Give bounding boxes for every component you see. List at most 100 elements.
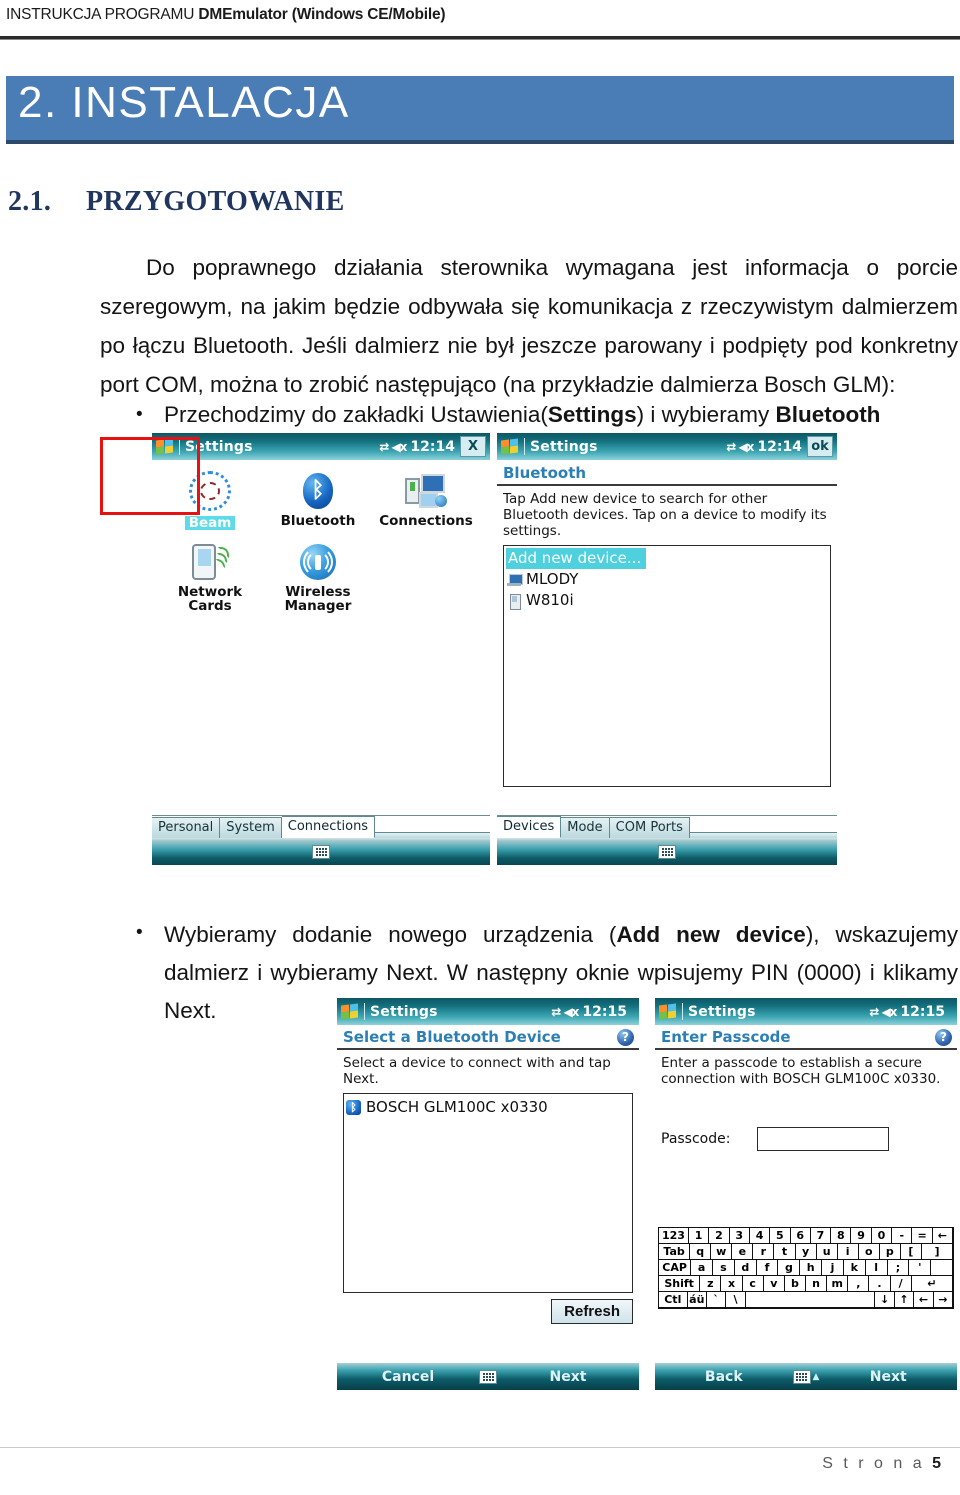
key-blank[interactable] (930, 1259, 953, 1276)
key-8[interactable]: 8 (830, 1227, 852, 1244)
keyboard-icon[interactable] (792, 1369, 811, 1384)
key-3[interactable]: 3 (728, 1227, 750, 1244)
key-6[interactable]: 6 (789, 1227, 811, 1244)
settings-item-beam[interactable]: Beam (156, 466, 264, 531)
key-backtick[interactable]: ` (705, 1291, 727, 1308)
key-y[interactable]: y (794, 1243, 817, 1260)
key-v[interactable]: v (762, 1275, 785, 1292)
key-m[interactable]: m (826, 1275, 849, 1292)
connectivity-icon[interactable]: ⇄ ◀x (379, 440, 407, 454)
settings-item-connections[interactable]: Connections (372, 466, 480, 531)
key-p[interactable]: p (878, 1243, 901, 1260)
key-7[interactable]: 7 (809, 1227, 832, 1244)
ok-button[interactable]: ok (807, 436, 833, 457)
key-o[interactable]: o (857, 1243, 880, 1260)
key-q[interactable]: q (689, 1243, 712, 1260)
connectivity-icon[interactable]: ⇄ ◀x (869, 1005, 897, 1019)
clock-label[interactable]: 12:14 (757, 439, 802, 455)
close-icon[interactable]: X (460, 436, 486, 457)
key-h[interactable]: h (799, 1259, 823, 1276)
device-listbox[interactable]: ᛒ BOSCH GLM100C x0330 (343, 1093, 633, 1293)
arrow-left-icon[interactable]: ← (913, 1291, 934, 1308)
help-icon[interactable]: ? (617, 1028, 634, 1046)
tab-mode[interactable]: Mode (561, 817, 610, 838)
next-button[interactable]: Next (819, 1369, 957, 1385)
key-5[interactable]: 5 (769, 1227, 791, 1244)
key-d[interactable]: d (733, 1259, 757, 1276)
key-backslash[interactable]: \ (725, 1291, 746, 1308)
tab-connections[interactable]: Connections (281, 816, 376, 838)
passcode-input[interactable] (757, 1127, 889, 1151)
key-slash[interactable]: / (889, 1275, 912, 1292)
tab-devices[interactable]: Devices (497, 816, 562, 838)
next-button[interactable]: Next (497, 1369, 639, 1385)
arrow-right-icon[interactable]: → (932, 1291, 954, 1308)
key-g[interactable]: g (777, 1259, 801, 1276)
help-icon[interactable]: ? (935, 1028, 952, 1046)
settings-item-wireless-manager[interactable]: Wireless Manager (264, 537, 372, 613)
key-j[interactable]: j (821, 1259, 844, 1276)
back-button[interactable]: Back (655, 1369, 793, 1385)
key-s[interactable]: s (712, 1259, 735, 1276)
list-item[interactable]: ᛒ BOSCH GLM100C x0330 (344, 1094, 632, 1121)
refresh-button[interactable]: Refresh (551, 1299, 633, 1324)
list-item[interactable]: W810i (504, 590, 830, 611)
key-4[interactable]: 4 (748, 1227, 771, 1244)
key-f[interactable]: f (755, 1259, 779, 1276)
arrow-down-icon[interactable]: ↓ (874, 1291, 895, 1308)
key-2[interactable]: 2 (708, 1227, 730, 1244)
keyboard-icon[interactable] (312, 844, 330, 859)
key-equals[interactable]: = (911, 1227, 933, 1244)
key-space[interactable] (744, 1291, 876, 1308)
settings-item-bluetooth[interactable]: ᛒ Bluetooth (264, 466, 372, 531)
device-listbox[interactable]: Add new device... MLODY W810i (503, 545, 831, 787)
key-c[interactable]: c (741, 1275, 764, 1292)
key-n[interactable]: n (804, 1275, 828, 1292)
key-a[interactable]: a (690, 1259, 714, 1276)
cancel-button[interactable]: Cancel (337, 1369, 479, 1385)
key-w[interactable]: w (710, 1243, 733, 1260)
key-comma[interactable]: , (847, 1275, 870, 1292)
clock-label[interactable]: 12:15 (582, 1004, 627, 1020)
tab-personal[interactable]: Personal (152, 817, 221, 838)
backspace-icon[interactable]: ← (931, 1227, 954, 1244)
list-item-add-new-device[interactable]: Add new device... (506, 548, 647, 569)
key-semicolon[interactable]: ; (886, 1259, 910, 1276)
tab-system[interactable]: System (220, 817, 282, 838)
keyboard-icon[interactable] (658, 844, 676, 859)
key-ctl[interactable]: Ctl (658, 1291, 688, 1308)
key-i[interactable]: i (836, 1243, 859, 1260)
key-9[interactable]: 9 (850, 1227, 872, 1244)
key-u[interactable]: u (815, 1243, 838, 1260)
key-x[interactable]: x (720, 1275, 743, 1292)
key-0[interactable]: 0 (870, 1227, 893, 1244)
key-accents[interactable]: áü (686, 1291, 707, 1308)
arrow-up-icon[interactable]: ↑ (893, 1291, 915, 1308)
key-apostrophe[interactable]: ' (908, 1259, 932, 1276)
on-screen-keyboard[interactable]: 123 1 2 3 4 5 6 7 8 9 0 - = ← Tab q w e … (658, 1227, 954, 1309)
connectivity-icon[interactable]: ⇄ ◀x (551, 1005, 579, 1019)
key-bracket-right[interactable]: ] (920, 1243, 954, 1260)
enter-icon[interactable]: ↵ (910, 1275, 953, 1292)
list-item[interactable]: MLODY (504, 569, 830, 590)
key-z[interactable]: z (699, 1275, 722, 1292)
sip-chevron-up-icon[interactable]: ▲ (813, 1372, 820, 1382)
settings-item-network-cards[interactable]: Network Cards (156, 537, 264, 613)
key-minus[interactable]: - (891, 1227, 913, 1244)
key-1[interactable]: 1 (687, 1227, 710, 1244)
clock-label[interactable]: 12:14 (410, 439, 455, 455)
tab-com-ports[interactable]: COM Ports (609, 817, 690, 838)
key-k[interactable]: k (842, 1259, 866, 1276)
key-cap[interactable]: CAP (658, 1259, 692, 1276)
keyboard-icon[interactable] (479, 1369, 497, 1384)
key-123[interactable]: 123 (658, 1227, 689, 1244)
clock-label[interactable]: 12:15 (900, 1004, 945, 1020)
key-b[interactable]: b (783, 1275, 806, 1292)
key-tab[interactable]: Tab (658, 1243, 691, 1260)
key-period[interactable]: . (868, 1275, 891, 1292)
key-shift[interactable]: Shift (658, 1275, 701, 1292)
key-t[interactable]: t (773, 1243, 796, 1260)
key-bracket-left[interactable]: [ (899, 1243, 922, 1260)
connectivity-icon[interactable]: ⇄ ◀x (726, 440, 754, 454)
key-l[interactable]: l (864, 1259, 888, 1276)
